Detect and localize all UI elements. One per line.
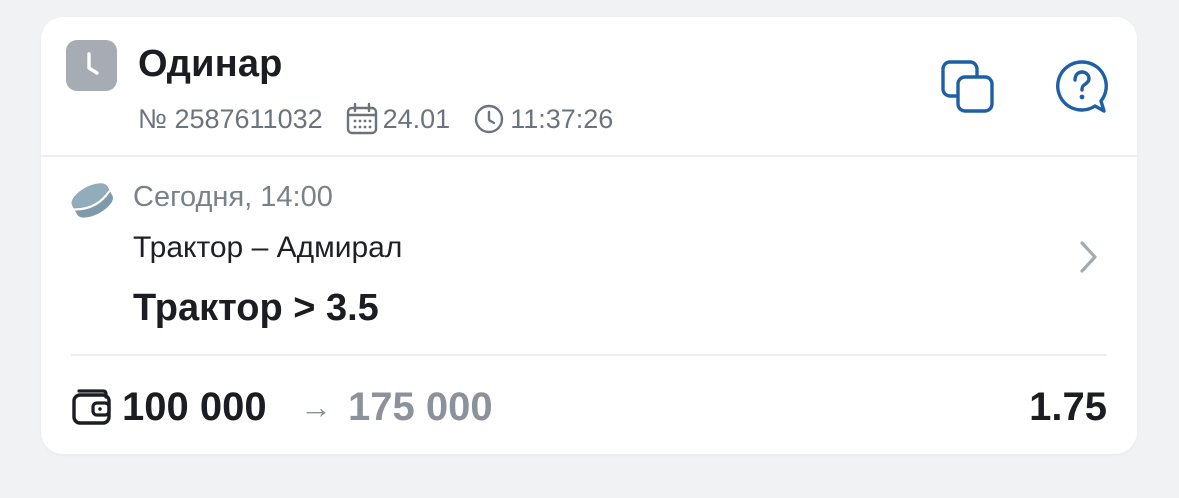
bet-outcome: Трактор > 3.5: [133, 287, 379, 329]
copy-icon[interactable]: [938, 57, 998, 117]
bet-odds: 1.75: [1029, 385, 1107, 429]
help-chat-icon[interactable]: [1052, 57, 1112, 117]
event-row[interactable]: Сегодня, 14:00 Трактор – Адмирал Трактор…: [41, 157, 1137, 353]
bet-footer: 100 000 → 175 000 1.75: [41, 377, 1137, 439]
bet-time: 11:37:26: [510, 103, 614, 134]
payout-amount: 175 000: [348, 385, 493, 429]
bet-type-title: Одинар: [138, 43, 283, 85]
bet-date: 24.01: [382, 103, 451, 134]
chevron-right-icon[interactable]: [1073, 237, 1103, 277]
clock-icon: [66, 40, 117, 91]
hockey-puck-icon: [68, 179, 116, 221]
calendar-icon: [345, 102, 379, 136]
footer-divider: [71, 354, 1107, 356]
event-teams: Трактор – Адмирал: [133, 231, 403, 264]
bet-meta: № 2587611032 24.01 11:37:26: [138, 101, 613, 137]
wallet-icon: [71, 387, 113, 427]
arrow-right-icon: →: [300, 389, 332, 425]
bet-header: Одинар № 2587611032 24.01 11:37:26: [41, 17, 1137, 155]
stake-amount: 100 000: [122, 385, 267, 429]
bet-number: № 2587611032: [138, 103, 323, 134]
time-clock-icon: [472, 102, 506, 136]
event-datetime: Сегодня, 14:00: [133, 181, 333, 213]
bet-card: Одинар № 2587611032 24.01 11:37:26 Сегод…: [41, 17, 1137, 454]
